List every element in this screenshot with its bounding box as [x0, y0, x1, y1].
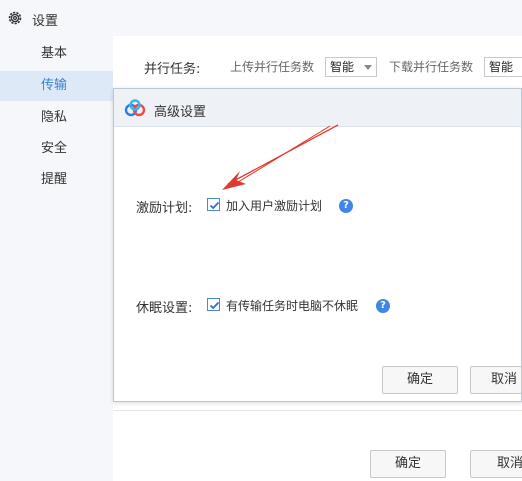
- annotation-arrow-icon: [222, 124, 339, 190]
